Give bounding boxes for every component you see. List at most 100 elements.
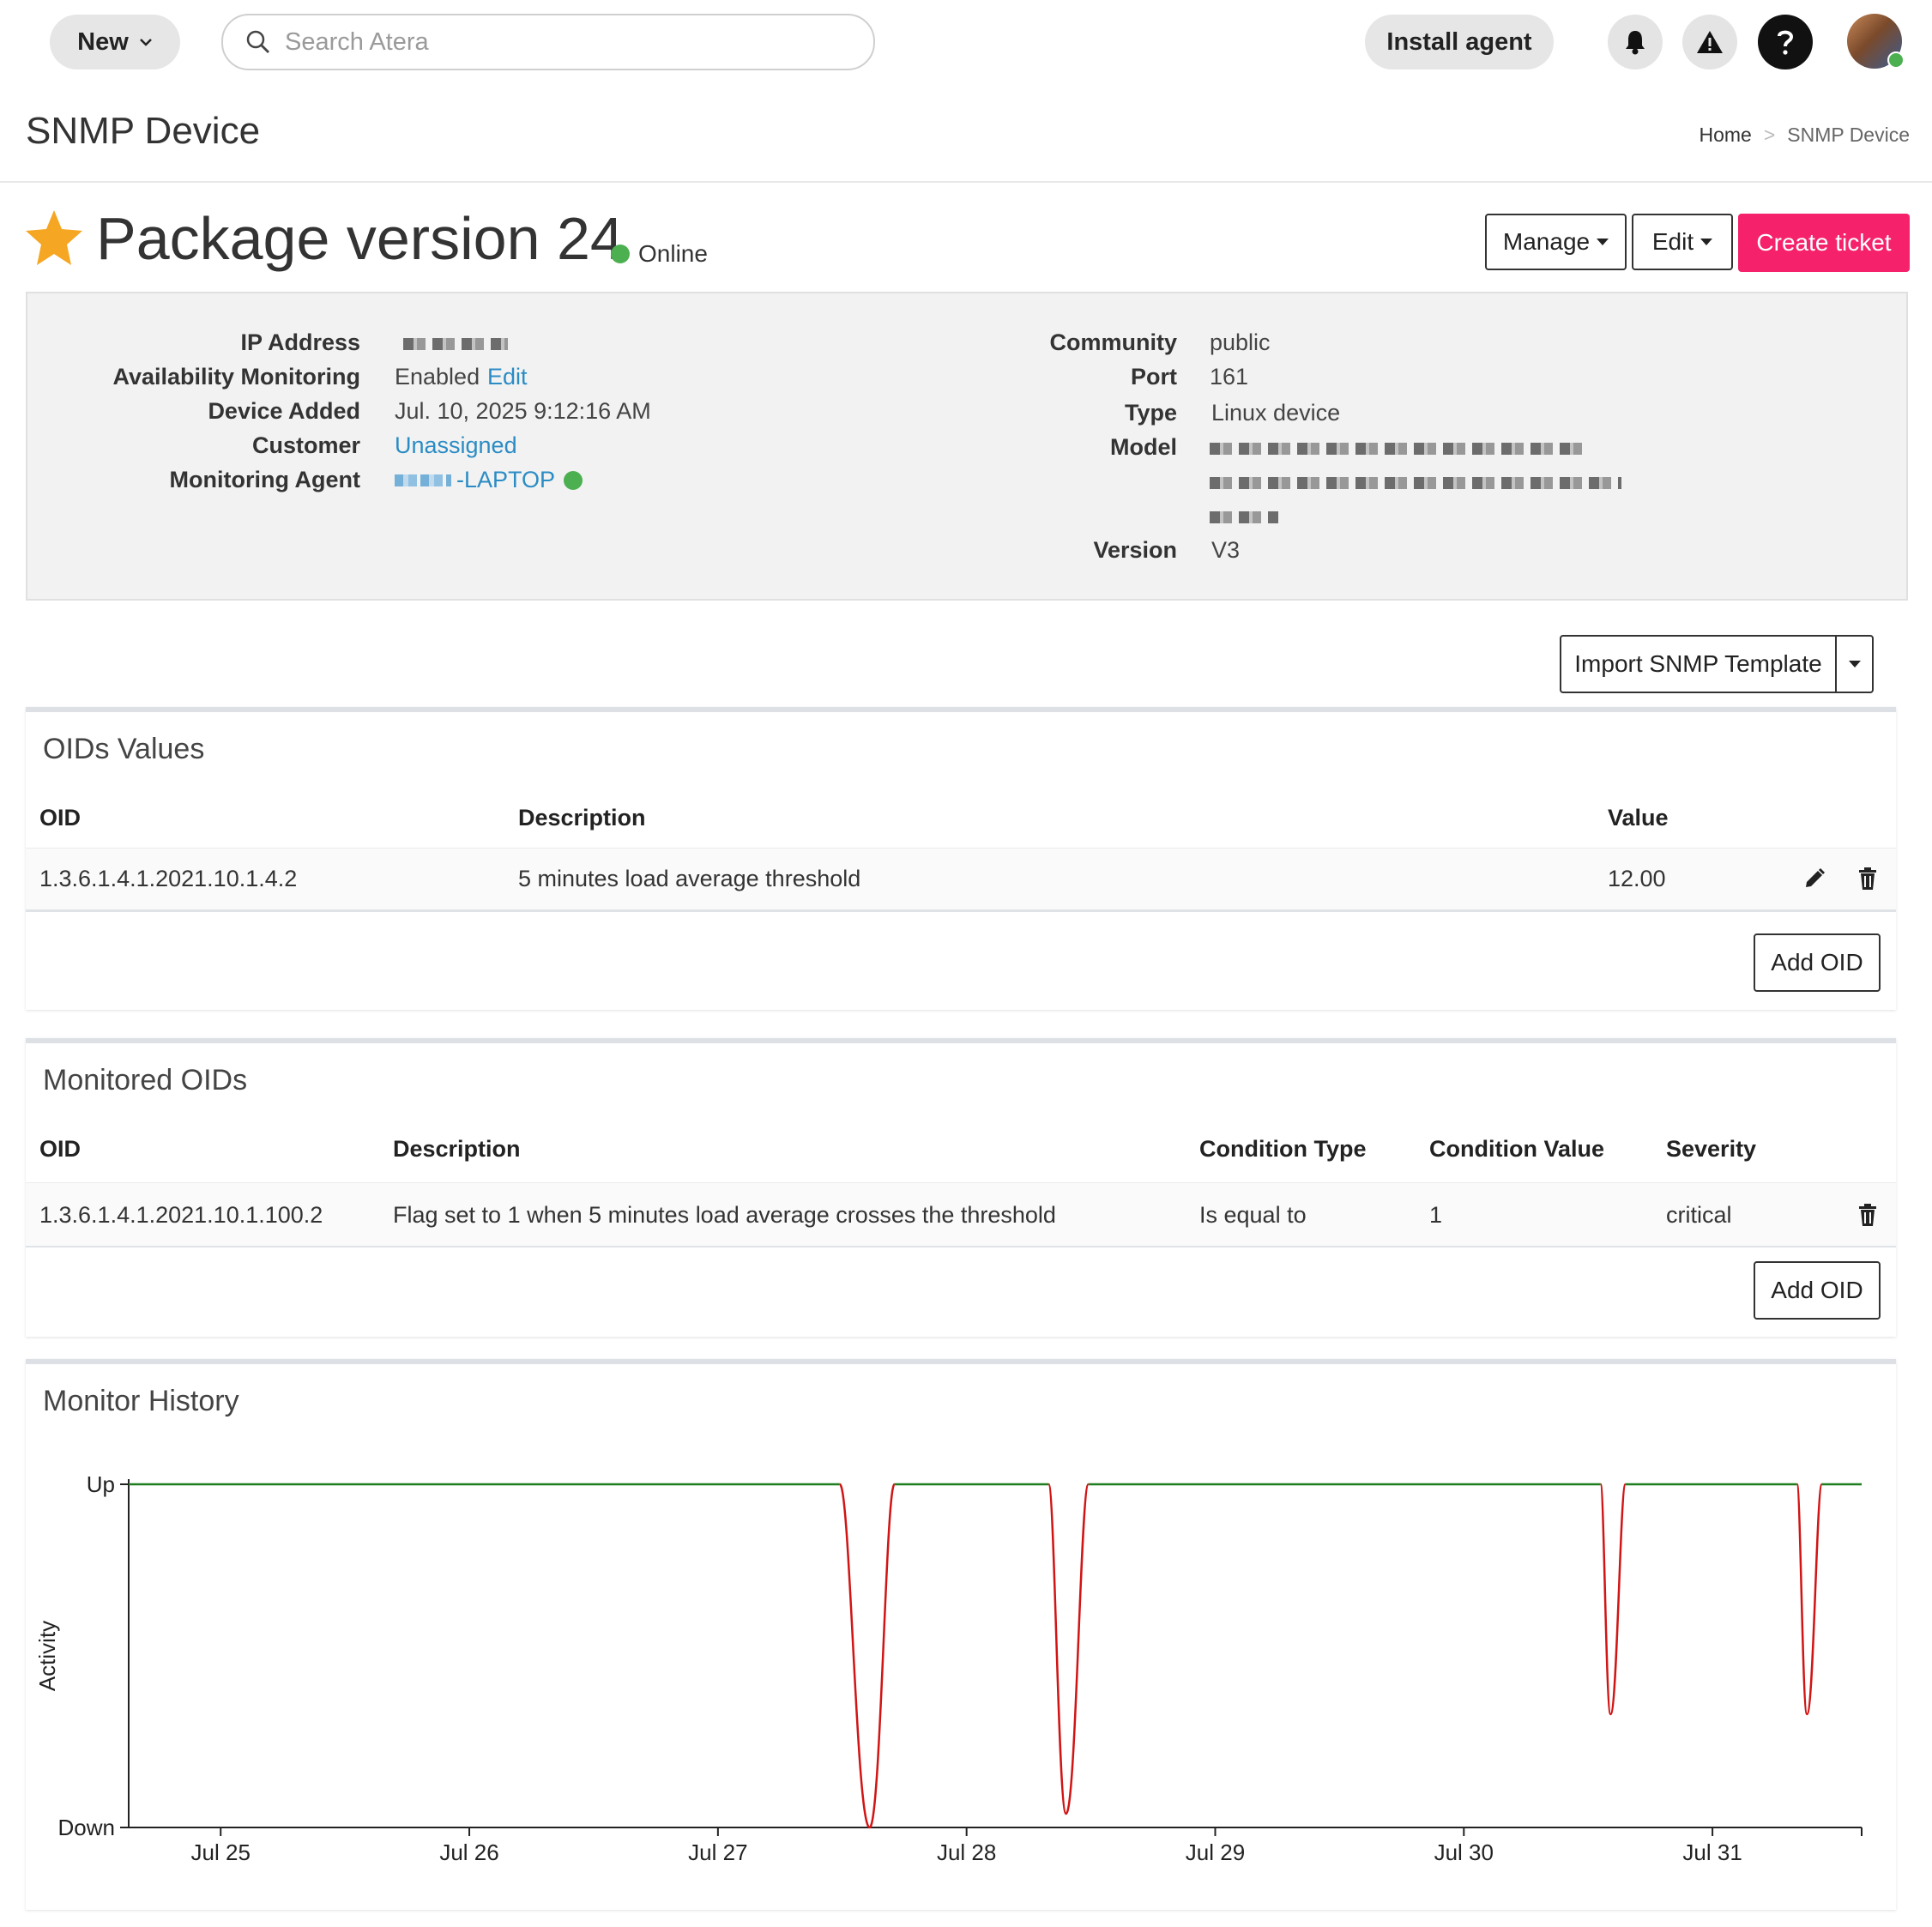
x-tick-label: Jul 25	[191, 1839, 251, 1865]
down-dip	[1796, 1483, 1823, 1716]
delete-oid-button[interactable]	[1853, 864, 1882, 893]
down-dip	[1048, 1483, 1090, 1815]
monitoring-agent-label: Monitoring Agent	[169, 467, 360, 492]
monitored-oids-panel: Monitored OIDs OID Description Condition…	[26, 1038, 1896, 1337]
device-status: Online	[611, 240, 708, 268]
breadcrumb: Home > SNMP Device	[1699, 124, 1910, 147]
type-value: Linux device	[1211, 400, 1341, 426]
y-tick-label: Down	[58, 1815, 115, 1840]
manage-button[interactable]: Manage	[1485, 214, 1627, 270]
ip-address-label: IP Address	[240, 329, 360, 355]
oid-cell: 1.3.6.1.4.1.2021.10.1.4.2	[39, 866, 298, 891]
x-tick-label: Jul 30	[1434, 1839, 1494, 1865]
monitor-history-chart: Down Up Activity Jul 25 Jul 26 Jul 27 Jul 28 Ju…	[34, 1471, 1863, 1865]
condition-type-cell: Is equal to	[1199, 1202, 1307, 1228]
caret-down-icon	[1848, 661, 1861, 668]
version-value: V3	[1211, 537, 1241, 563]
version-label: Version	[1093, 537, 1177, 563]
customer-link[interactable]: Unassigned	[395, 432, 517, 459]
import-snmp-template-button[interactable]: Import SNMP Template	[1560, 635, 1836, 693]
header-divider	[0, 181, 1932, 183]
column-header-description: Description	[518, 805, 646, 831]
condition-value-cell: 1	[1429, 1202, 1443, 1228]
help-icon	[1778, 30, 1794, 55]
notifications-button[interactable]	[1608, 15, 1663, 69]
column-header-value: Value	[1608, 805, 1669, 831]
status-label: Online	[638, 240, 708, 267]
new-button[interactable]: New	[50, 15, 180, 69]
create-ticket-button[interactable]: Create ticket	[1738, 214, 1910, 272]
caret-down-icon	[1700, 239, 1713, 245]
column-header-condition-type: Condition Type	[1199, 1136, 1367, 1162]
breadcrumb-separator: >	[1763, 124, 1776, 146]
model-label: Model	[1110, 434, 1177, 460]
delete-monitored-oid-button[interactable]	[1853, 1200, 1882, 1229]
page-title: SNMP Device	[26, 110, 261, 152]
add-oid-button[interactable]: Add OID	[1754, 1261, 1881, 1320]
availability-value: Enabled	[395, 364, 480, 390]
help-button[interactable]	[1758, 15, 1813, 69]
x-tick-label: Jul 31	[1682, 1839, 1742, 1865]
customer-label: Customer	[251, 432, 360, 458]
new-button-label: New	[77, 27, 129, 56]
breadcrumb-current: SNMP Device	[1787, 124, 1910, 146]
online-status-dot	[1887, 51, 1905, 69]
oid-cell: 1.3.6.1.4.1.2021.10.1.100.2	[39, 1202, 323, 1228]
search-icon	[246, 30, 269, 53]
availability-edit-link[interactable]: Edit	[487, 364, 528, 390]
community-label: Community	[1049, 329, 1178, 355]
availability-label: Availability Monitoring	[112, 364, 360, 390]
pencil-icon	[1806, 868, 1825, 887]
warning-icon	[1697, 31, 1723, 53]
x-tick-label: Jul 28	[937, 1839, 996, 1865]
column-header-oid: OID	[39, 805, 82, 831]
column-header-oid: OID	[39, 1136, 82, 1162]
ip-address-value-redacted	[403, 338, 508, 354]
table-row: 1.3.6.1.4.1.2021.10.1.4.2 5 minutes load…	[26, 848, 1896, 910]
column-header-severity: Severity	[1666, 1136, 1757, 1162]
alerts-button[interactable]	[1682, 15, 1737, 69]
y-tick-label: Up	[87, 1471, 115, 1497]
oids-values-panel: OIDs Values OID Description Value 1.3.6.…	[26, 707, 1896, 1010]
description-cell: 5 minutes load average threshold	[518, 866, 861, 891]
column-header-description: Description	[393, 1136, 521, 1162]
agent-name-suffix: -LAPTOP	[456, 467, 556, 492]
row-divider	[26, 1246, 1896, 1247]
breadcrumb-home[interactable]: Home	[1699, 124, 1751, 147]
edit-label: Edit	[1651, 228, 1694, 255]
trash-icon	[1859, 1204, 1876, 1226]
online-dot	[611, 245, 630, 263]
severity-cell: critical	[1666, 1202, 1732, 1228]
device-name: Package version 24	[96, 205, 624, 272]
agent-name-redacted	[395, 474, 451, 486]
description-cell: Flag set to 1 when 5 minutes load averag…	[393, 1202, 1056, 1228]
x-tick-label: Jul 27	[688, 1839, 747, 1865]
monitoring-agent-link[interactable]: -LAPTOP	[395, 467, 583, 493]
bell-icon	[1626, 31, 1645, 55]
edit-button[interactable]: Edit	[1632, 214, 1733, 270]
y-axis-label: Activity	[34, 1621, 60, 1691]
chevron-down-icon	[139, 39, 152, 46]
edit-oid-button[interactable]	[1800, 864, 1829, 893]
star-icon[interactable]	[24, 208, 84, 267]
agent-online-dot	[564, 470, 583, 490]
search-input[interactable]	[283, 27, 836, 57]
x-tick-label: Jul 26	[439, 1839, 498, 1865]
model-value-redacted	[1210, 443, 1621, 523]
search-bar[interactable]	[221, 14, 875, 70]
table-row: 1.3.6.1.4.1.2021.10.1.100.2 Flag set to …	[26, 1182, 1896, 1247]
community-value: public	[1210, 329, 1271, 355]
import-template-dropdown-toggle[interactable]	[1835, 635, 1874, 693]
down-dip	[1599, 1483, 1627, 1716]
add-oid-button[interactable]: Add OID	[1754, 933, 1881, 992]
x-tick-label: Jul 29	[1186, 1839, 1245, 1865]
panel-title: Monitor History	[43, 1385, 239, 1417]
manage-label: Manage	[1502, 228, 1591, 255]
column-header-condition-value: Condition Value	[1429, 1136, 1605, 1162]
port-value: 161	[1210, 364, 1249, 390]
install-agent-button[interactable]: Install agent	[1365, 15, 1554, 69]
type-label: Type	[1124, 400, 1177, 426]
import-snmp-template-group: Import SNMP Template	[1560, 635, 1874, 693]
panel-title: OIDs Values	[43, 733, 205, 765]
trash-icon	[1859, 867, 1876, 890]
